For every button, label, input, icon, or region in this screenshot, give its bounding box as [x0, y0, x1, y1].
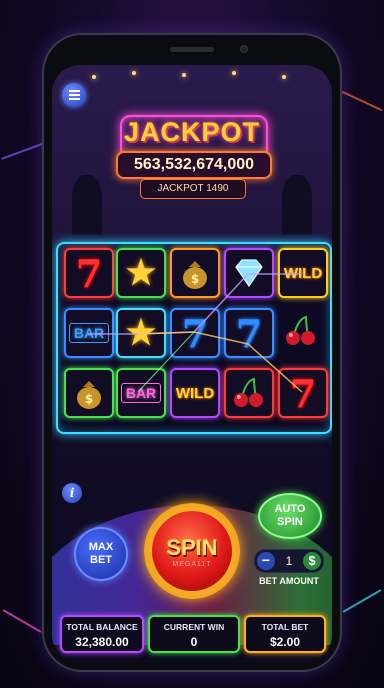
bet-amount-label: BET AMOUNT — [259, 576, 319, 586]
spin-label: SPIN — [166, 534, 218, 560]
auto-spin-label-line1: AUTO — [274, 503, 306, 515]
money-bag-icon: $ — [77, 381, 101, 409]
reel-cell — [278, 308, 324, 354]
max-bet-label-line1: MAX — [88, 541, 114, 553]
total-balance-panel: TOTAL BALANCE 32,380.00 — [60, 615, 144, 653]
total-bet-value: $2.00 — [269, 635, 301, 649]
phone-speaker — [170, 47, 214, 52]
ceiling-light — [282, 75, 286, 79]
total-balance-value: 32,380.00 — [75, 635, 129, 649]
reel-cell: 7 — [224, 308, 274, 358]
reel-grid: 7 ★ $ WILD BAR ★ 7 7 $ BAR WILD 7 — [56, 242, 332, 434]
total-bet-label: TOTAL BET — [261, 622, 309, 632]
bar-symbol: BAR — [68, 323, 110, 343]
seven-symbol: 7 — [181, 310, 209, 356]
bet-increase-button[interactable]: $ — [303, 552, 321, 570]
spin-button[interactable]: SPIN MEGA11T — [152, 511, 232, 591]
reel-cell: BAR — [116, 368, 166, 418]
current-win-label: CURRENT WIN — [163, 622, 225, 632]
reel-cell: 7 — [64, 248, 114, 298]
wild-symbol: WILD — [283, 264, 323, 282]
camera-icon — [240, 45, 248, 53]
jackpot-amount: 563,532,674,000 — [116, 151, 272, 179]
max-bet-button[interactable]: MAX BET — [74, 527, 128, 581]
reel-cell: ★ — [116, 308, 166, 358]
seven-symbol: 7 — [235, 310, 263, 356]
crowd-silhouette — [282, 175, 312, 235]
hamburger-icon — [68, 94, 80, 96]
star-icon: ★ — [125, 314, 157, 352]
reel-cell: 7 — [278, 368, 328, 418]
current-win-panel: CURRENT WIN 0 — [148, 615, 240, 653]
jackpot-subtitle: JACKPOT 1490 — [140, 179, 246, 199]
seven-symbol: 7 — [289, 370, 317, 416]
svg-text:$: $ — [191, 272, 199, 286]
wild-symbol: WILD — [175, 384, 215, 402]
reel-cell: $ — [170, 248, 220, 298]
auto-spin-button[interactable]: AUTO SPIN — [258, 493, 322, 539]
total-bet-panel: TOTAL BET $2.00 — [244, 615, 326, 653]
info-button[interactable]: i — [62, 483, 82, 503]
cherries-icon — [234, 377, 263, 407]
reel-cell: BAR — [64, 308, 114, 358]
bet-decrease-button[interactable]: − — [257, 552, 275, 570]
bg-light-streak — [1, 142, 45, 160]
bg-light-streak — [341, 90, 383, 112]
phone-frame: JACKPOT 563,532,674,000 JACKPOT 1490 7 ★… — [44, 35, 340, 670]
star-icon: ★ — [125, 254, 157, 292]
current-win-value: 0 — [190, 635, 198, 649]
ceiling-light — [132, 71, 136, 75]
bg-light-streak — [342, 589, 382, 613]
money-bag-icon: $ — [183, 261, 207, 289]
jackpot-title: JACKPOT — [123, 117, 260, 147]
total-balance-label: TOTAL BALANCE — [66, 622, 138, 632]
reel-cell: ★ — [116, 248, 166, 298]
bg-light-streak — [2, 609, 42, 633]
cherries-icon — [286, 315, 315, 345]
ceiling-light — [182, 73, 186, 77]
svg-text:$: $ — [85, 392, 93, 406]
ceiling-light — [232, 71, 236, 75]
bet-amount-stepper: − 1 $ — [254, 549, 324, 573]
menu-button[interactable] — [62, 83, 86, 107]
reel-cell: WILD — [170, 368, 220, 418]
auto-spin-label-line2: SPIN — [277, 516, 303, 528]
reel-cell: $ — [64, 368, 114, 418]
crowd-silhouette — [72, 175, 102, 235]
spin-sublabel: MEGA11T — [172, 560, 212, 568]
reel-cell — [224, 248, 274, 298]
seven-symbol: 7 — [75, 250, 103, 296]
max-bet-label-line2: BET — [90, 554, 112, 566]
reel-cell — [224, 368, 274, 418]
bet-amount-value: 1 — [285, 554, 293, 568]
ceiling-light — [92, 75, 96, 79]
game-screen: JACKPOT 563,532,674,000 JACKPOT 1490 7 ★… — [52, 65, 332, 663]
reel-cell: WILD — [278, 248, 328, 298]
reel-cell: 7 — [170, 308, 220, 358]
diamond-icon — [235, 259, 263, 288]
bar-symbol: BAR — [120, 383, 162, 403]
